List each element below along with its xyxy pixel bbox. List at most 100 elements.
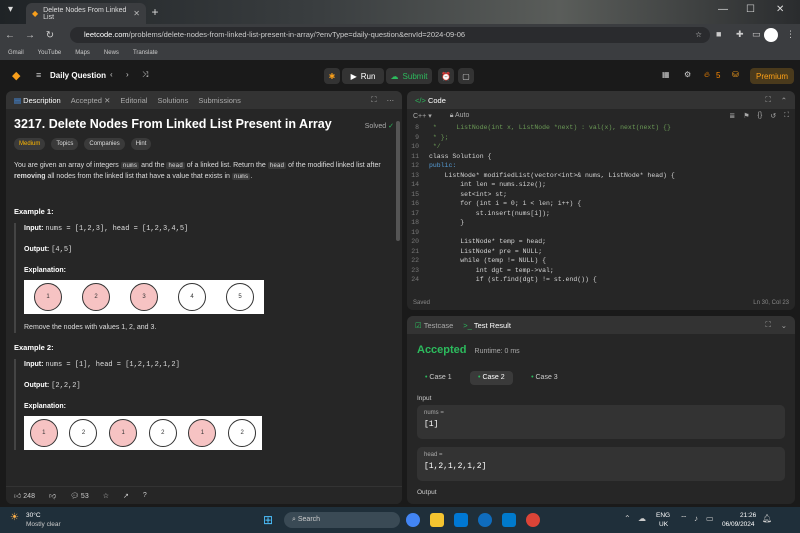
share-icon[interactable]: ↗ [123,492,129,500]
code-line[interactable]: 11 class Solution { [407,152,795,162]
profile-avatar[interactable] [764,28,778,42]
close-tab-icon[interactable]: ✕ [133,9,140,18]
tab-menu-icon[interactable]: ▾ [8,4,13,15]
clock-date[interactable]: 06/09/2024 [722,521,755,528]
mail-icon[interactable] [454,513,468,527]
layout-icon[interactable]: ▦ [662,70,670,79]
code-collapse-icon[interactable]: ⌃ [781,96,787,105]
topics-tag[interactable]: Topics [51,138,79,150]
volume-icon[interactable]: ♪ [694,514,698,523]
code-maximize-icon[interactable]: ⛶ [765,95,770,105]
tab-accepted[interactable]: Accepted ✕ [71,96,111,105]
extension-icon[interactable]: ■ [716,29,721,39]
run-button[interactable]: ▶ Run [342,68,384,84]
prev-problem-icon[interactable]: ‹ [110,70,113,79]
description-scrollbar[interactable] [396,121,400,241]
puzzle-icon[interactable]: ✚ [736,29,744,40]
url-field[interactable]: leetcode.com/problems/delete-nodes-from-… [70,27,710,43]
fullscreen-icon[interactable]: ⛶ [784,112,789,120]
tab-test-result[interactable]: >_ Test Result [463,321,511,330]
bookmark-youtube[interactable]: YouTube [38,50,62,56]
daily-question-link[interactable]: Daily Question [50,71,106,80]
battery-icon[interactable]: ▭ [706,514,714,523]
bookmark-star-icon[interactable]: ☆ [695,27,702,43]
forward-icon[interactable]: → [20,30,40,41]
shuffle-icon[interactable]: ⤨ [142,70,148,80]
reset-icon[interactable]: ↺ [770,112,776,120]
expand-icon[interactable]: ⛶ [371,95,376,105]
tab-submissions[interactable]: Submissions [198,96,241,105]
browser-menu-icon[interactable]: ⋮ [786,29,795,40]
case-2-tab[interactable]: • Case 2 [470,371,513,385]
debug-button[interactable]: ✱ [324,68,340,84]
lang-uk[interactable]: UK [659,521,668,528]
weather-icon[interactable]: ☀ [10,512,19,523]
notification-bell-icon[interactable]: 🔔︎ [762,514,772,523]
code-line[interactable]: 12 public: [407,161,795,171]
leetcode-logo[interactable]: ◆ [12,69,20,82]
companies-tag[interactable]: Companies [84,138,125,150]
like-button[interactable]: 👍︎ 248 [14,491,35,500]
help-icon[interactable]: ? [143,492,147,499]
file-explorer-icon[interactable] [430,513,444,527]
edge-icon[interactable] [478,513,492,527]
maximize-icon[interactable]: ☐ [746,4,755,15]
code-line[interactable]: 18 } [407,218,795,228]
bookmark-news[interactable]: News [104,50,119,56]
code-tab[interactable]: </> Code [415,96,446,105]
code-line[interactable]: 23 int dgt = temp->val; [407,266,795,276]
case-3-tab[interactable]: • Case 3 [523,371,566,385]
minimize-icon[interactable]: — [718,4,728,15]
bookmark-icon[interactable]: ⚑ [743,112,749,120]
comments-button[interactable]: 💬︎ 53 [70,492,89,500]
lang-eng[interactable]: ENG [656,512,670,519]
code-line[interactable]: 9 * }; [407,133,795,143]
reload-icon[interactable]: ↻ [40,30,60,41]
code-line[interactable]: 13 ListNode* modifiedList(vector<int>& n… [407,171,795,181]
vscode-icon[interactable] [502,513,516,527]
case-1-tab[interactable]: • Case 1 [417,371,460,385]
braces-icon[interactable]: {} [758,112,763,120]
start-windows-icon[interactable]: ⊞ [263,513,273,527]
taskbar-search[interactable]: ⌕ Search [284,512,400,528]
close-tab-accepted-icon[interactable]: ✕ [104,96,110,105]
back-icon[interactable]: ← [0,30,20,41]
list-icon[interactable]: ≡ [36,70,41,80]
tab-editorial[interactable]: Editorial [120,96,147,105]
code-line[interactable]: 24 if (st.find(dgt) != st.end()) { [407,275,795,285]
wifi-icon[interactable]: ⌔ [680,514,688,524]
sidepanel-icon[interactable]: ▭ [752,29,761,40]
close-window-icon[interactable]: ✕ [776,4,784,15]
chrome-active-icon[interactable] [526,513,540,527]
chrome-taskbar-icon[interactable] [406,513,420,527]
notes-button[interactable]: ▢ [458,68,474,84]
language-select[interactable]: C++ ▾ [413,112,432,120]
premium-button[interactable]: Premium [750,68,794,84]
code-line[interactable]: 22 while (temp != NULL) { [407,256,795,266]
difficulty-badge[interactable]: Medium [14,138,46,150]
timer-button[interactable]: ⏰ [438,68,454,84]
format-icon[interactable]: ≣ [729,112,735,120]
result-collapse-icon[interactable]: ⌄ [781,321,787,330]
bookmark-maps[interactable]: Maps [75,50,90,56]
settings-gear-icon[interactable]: ⚙ [684,70,691,79]
code-line[interactable]: 14 int len = nums.size(); [407,180,795,190]
tab-description[interactable]: ▤ Description [14,96,61,105]
panel-collapse-icon[interactable]: ⋯ [387,96,395,105]
code-line[interactable]: 8 * ListNode(int x, ListNode *next) : va… [407,123,795,133]
tab-solutions[interactable]: Solutions [157,96,188,105]
code-line[interactable]: 19 [407,228,795,238]
code-line[interactable]: 15 set<int> st; [407,190,795,200]
result-maximize-icon[interactable]: ⛶ [765,320,770,330]
bookmark-gmail[interactable]: Gmail [8,50,24,56]
store-icon[interactable]: ⛁ [732,70,739,79]
next-problem-icon[interactable]: › [126,70,129,79]
tray-chevron-icon[interactable]: ⌃ [624,514,631,523]
new-tab-button[interactable]: + [148,5,162,19]
hint-tag[interactable]: Hint [130,138,152,150]
bookmark-translate[interactable]: Translate [133,50,158,56]
code-line[interactable]: 17 st.insert(nums[i]); [407,209,795,219]
code-editor[interactable]: 8 * ListNode(int x, ListNode *next) : va… [407,123,795,285]
favorite-star-icon[interactable]: ☆ [103,492,109,500]
code-line[interactable]: 10 */ [407,142,795,152]
